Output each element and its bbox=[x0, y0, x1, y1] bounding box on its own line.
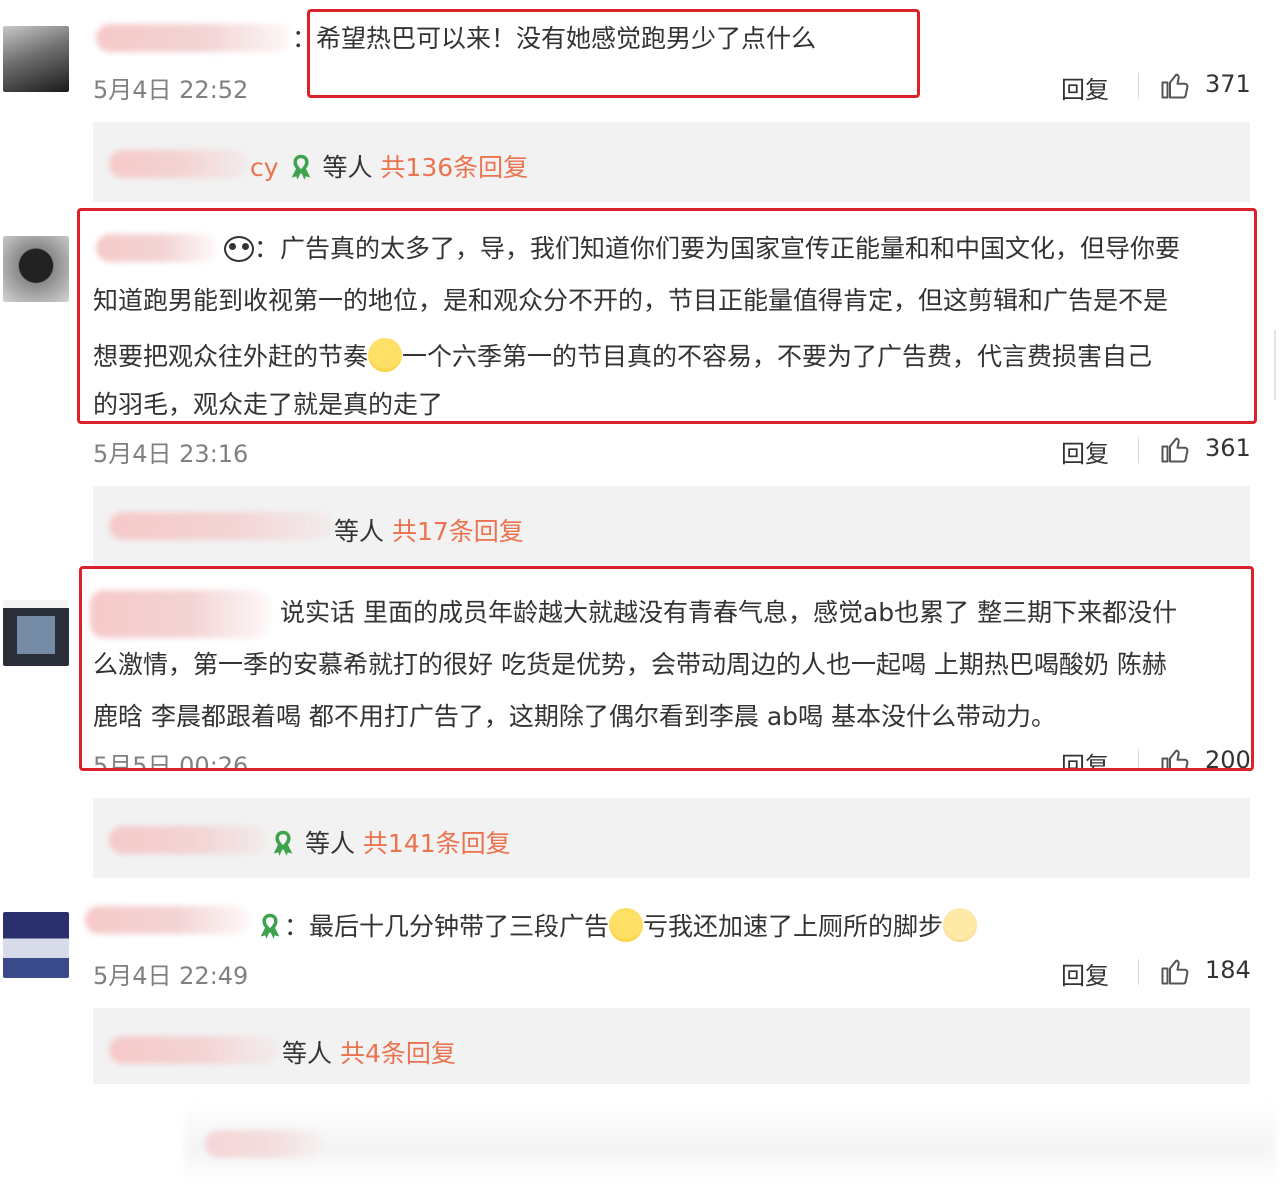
crying-face-emoji-icon bbox=[368, 338, 403, 372]
sub-reply-count[interactable]: 共136条回复 bbox=[380, 153, 528, 182]
avatar[interactable] bbox=[3, 912, 69, 978]
sub-reply-count[interactable]: 共141条回复 bbox=[363, 829, 511, 858]
sub-reply-bar[interactable]: 等人 共4条回复 bbox=[93, 1008, 1250, 1084]
divider bbox=[1138, 959, 1139, 985]
sub-reply-prefix: 等人 bbox=[304, 829, 355, 858]
comment-text-line: 广告真的太多了，导，我们知道你们要为国家宣传正能量和和中国文化，但导你要 bbox=[280, 234, 1181, 263]
comment-text: 最后十几分钟带了三段广告 bbox=[309, 912, 610, 941]
sub-reply-name-suffix: cy bbox=[250, 153, 279, 182]
row-clip bbox=[80, 768, 1260, 792]
reply-button[interactable]: 回复 bbox=[1061, 434, 1109, 469]
avatar[interactable] bbox=[3, 600, 69, 666]
avatar[interactable] bbox=[3, 26, 69, 92]
sub-reply-username bbox=[109, 826, 269, 854]
reply-button[interactable]: 回复 bbox=[1061, 70, 1109, 105]
comment-text-line: 知道跑男能到收视第一的地位，是和观众分不开的，节目正能量值得肯定，但这剪辑和广告… bbox=[93, 286, 1169, 315]
sub-reply-bar[interactable]: cy 等人 共136条回复 bbox=[93, 122, 1250, 202]
comment-text-line: 的羽毛，观众走了就是真的走了 bbox=[93, 390, 444, 419]
sub-reply-bar[interactable]: 等人 共17条回复 bbox=[93, 486, 1250, 566]
like-count: 361 bbox=[1205, 434, 1251, 462]
username-blurred[interactable] bbox=[96, 24, 291, 52]
faded-next-comment bbox=[185, 1100, 1275, 1185]
sub-reply-username bbox=[109, 150, 249, 178]
sub-reply-count[interactable]: 共4条回复 bbox=[340, 1039, 456, 1068]
green-ribbon-icon bbox=[273, 830, 293, 856]
comment-text: 亏我还加速了上厕所的脚步 bbox=[643, 912, 944, 941]
scrollbar-track bbox=[1274, 330, 1276, 400]
sub-reply-username bbox=[109, 512, 334, 540]
username-blurred[interactable] bbox=[96, 234, 216, 262]
avatar[interactable] bbox=[3, 236, 69, 302]
username-blurred bbox=[205, 1130, 325, 1158]
comment-separator: ： bbox=[254, 234, 280, 263]
comment-text: 希望热巴可以来！没有她感觉跑男少了点什么 bbox=[316, 24, 817, 53]
divider bbox=[1138, 437, 1139, 463]
green-ribbon-icon bbox=[291, 154, 310, 180]
sub-reply-username bbox=[109, 1036, 279, 1064]
username-blurred[interactable] bbox=[85, 906, 250, 934]
comment-separator: ： bbox=[292, 24, 318, 53]
thumbs-up-icon[interactable] bbox=[1160, 434, 1190, 464]
username-blurred[interactable] bbox=[90, 590, 270, 638]
sub-reply-prefix: 等人 bbox=[282, 1039, 333, 1068]
sub-reply-bar[interactable]: 等人 共141条回复 bbox=[93, 798, 1250, 878]
comment-text-line: 说实话 里面的成员年龄越大就越没有青春气息，感觉ab也累了 整三期下来都没什 bbox=[280, 598, 1178, 627]
sub-reply-prefix: 等人 bbox=[334, 517, 385, 546]
comment-text-line: 一个六季第一的节目真的不容易，不要为了广告费，代言费损害自己 bbox=[402, 342, 1153, 371]
comment-text-line: 么激情，第一季的安慕希就打的很好 吃货是优势，会带动周边的人也一起喝 上期热巴喝… bbox=[93, 650, 1167, 679]
cat-face-emoji-icon bbox=[943, 908, 978, 942]
laughing-tears-emoji-icon bbox=[609, 908, 644, 942]
green-ribbon-icon bbox=[260, 913, 280, 939]
comment-time: 5月4日 22:52 bbox=[93, 76, 249, 104]
thumbs-up-icon[interactable] bbox=[1160, 956, 1190, 986]
comment-time: 5月4日 23:16 bbox=[93, 440, 249, 468]
comment-time: 5月4日 22:49 bbox=[93, 962, 249, 990]
comment-separator: ： bbox=[284, 912, 310, 941]
like-count: 184 bbox=[1205, 956, 1251, 984]
sub-reply-prefix: 等人 bbox=[322, 153, 373, 182]
like-count: 371 bbox=[1205, 70, 1251, 98]
reply-button[interactable]: 回复 bbox=[1061, 956, 1109, 991]
divider bbox=[1138, 73, 1139, 99]
panda-emoji-icon bbox=[224, 236, 254, 263]
comment-text-line: 鹿晗 李晨都跟着喝 都不用打广告了，这期除了偶尔看到李晨 ab喝 基本没什么带动… bbox=[93, 702, 1056, 731]
thumbs-up-icon[interactable] bbox=[1160, 70, 1190, 100]
comment-text-line: 想要把观众往外赶的节奏 bbox=[93, 342, 369, 371]
sub-reply-count[interactable]: 共17条回复 bbox=[392, 517, 524, 546]
